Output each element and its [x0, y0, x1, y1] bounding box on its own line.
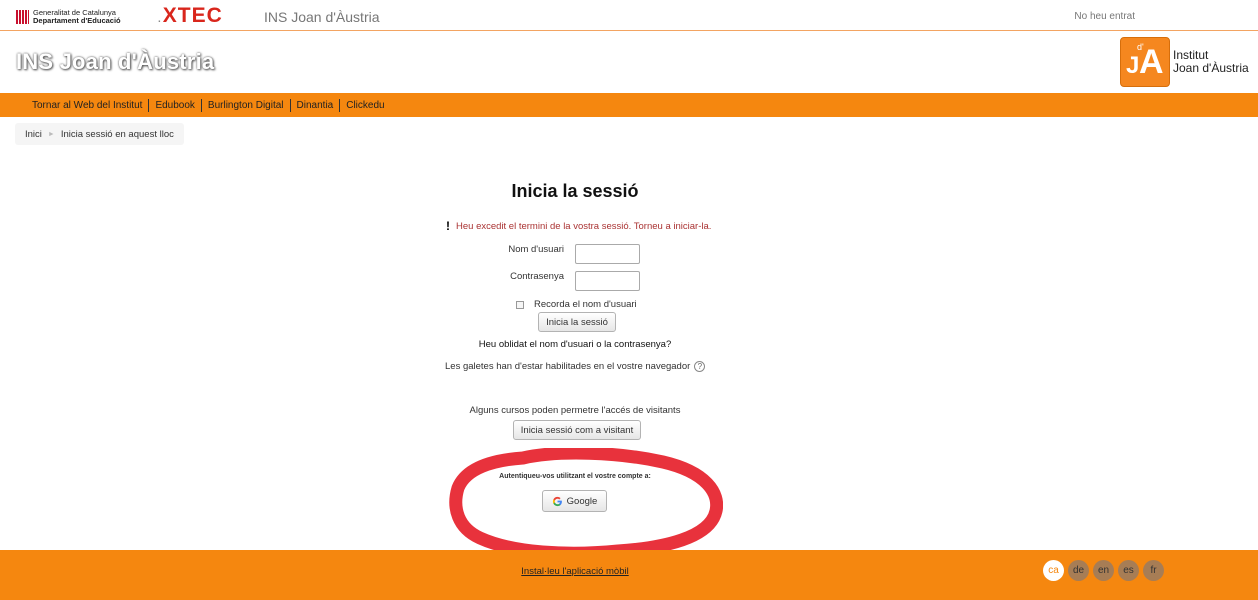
remember-label: Recorda el nom d'usuari [534, 299, 637, 310]
nav-item-clickedu[interactable]: Clickedu [340, 99, 390, 112]
language-option-de[interactable]: de [1068, 560, 1089, 581]
login-title: Inicia la sessió [511, 181, 639, 201]
logo-text: Institut Joan d'Àustria [1173, 48, 1249, 75]
gencat-line2: Departament d'Educació [33, 16, 121, 25]
page-footer: Instal·leu l'aplicació mòbil ca de en es… [0, 550, 1258, 600]
institute-logo[interactable]: J d' A Institut Joan d'Àustria [1120, 37, 1249, 87]
language-option-es[interactable]: es [1118, 560, 1139, 581]
site-title[interactable]: INS Joan d'Àustria [16, 49, 214, 75]
login-info: No heu entrat [1074, 11, 1135, 22]
nav-item-dinantia[interactable]: Dinantia [291, 98, 341, 112]
gencat-logo[interactable]: Generalitat de Catalunya Departament d'E… [16, 9, 121, 25]
breadcrumb-separator-icon: ► [47, 130, 55, 138]
site-name-link[interactable]: INS Joan d'Àustria [264, 9, 380, 25]
identity-provider-text: Autentiqueu-vos utilitzant el vostre com… [499, 473, 651, 480]
guest-access-text: Alguns cursos poden permetre l'accés de … [469, 405, 681, 416]
error-text: Heu excedit el termini de la vostra sess… [456, 221, 712, 232]
nav-item-edubook[interactable]: Edubook [149, 98, 202, 112]
session-timeout-error: ! Heu excedit el termini de la vostra se… [446, 219, 712, 233]
mobile-app-link[interactable]: Instal·leu l'aplicació mòbil [0, 566, 1150, 577]
password-label: Contrasenya [510, 271, 564, 282]
gencat-text: Generalitat de Catalunya Departament d'E… [33, 9, 121, 25]
xtec-label: XTEC [162, 4, 223, 27]
cookies-text: Les galetes han d'estar habilitades en e… [445, 361, 691, 372]
password-input[interactable] [575, 271, 640, 291]
cookies-notice: Les galetes han d'estar habilitades en e… [445, 361, 706, 372]
warning-icon: ! [446, 219, 450, 233]
username-input[interactable] [575, 244, 640, 264]
remember-username[interactable]: Recorda el nom d'usuari [516, 299, 637, 310]
breadcrumb-home[interactable]: Inici [25, 129, 42, 140]
logo-mark: J d' A [1120, 37, 1170, 87]
help-icon[interactable]: ? [694, 361, 706, 372]
username-label: Nom d'usuari [508, 244, 564, 255]
page-header: INS Joan d'Àustria J d' A Institut Joan … [0, 31, 1258, 93]
language-selector: ca de en es fr [1043, 560, 1168, 581]
language-option-en[interactable]: en [1093, 560, 1114, 581]
google-icon [552, 496, 562, 506]
top-bar: Generalitat de Catalunya Departament d'E… [0, 0, 1258, 31]
breadcrumb: Inici ► Inicia sessió en aquest lloc [15, 123, 184, 145]
xtec-logo[interactable]: .XTEC [158, 4, 223, 30]
google-login-button[interactable]: Google [542, 490, 607, 512]
language-option-ca[interactable]: ca [1043, 560, 1064, 581]
google-button-label: Google [566, 495, 598, 507]
nav-item-burlington[interactable]: Burlington Digital [202, 98, 291, 112]
breadcrumb-current[interactable]: Inicia sessió en aquest lloc [61, 129, 174, 140]
guest-login-button[interactable]: Inicia sessió com a visitant [513, 420, 641, 440]
language-option-fr[interactable]: fr [1143, 560, 1164, 581]
custom-menu: Tornar al Web del Institut Edubook Burli… [0, 93, 1258, 117]
remember-checkbox[interactable] [516, 300, 524, 309]
forgot-password-link[interactable]: Heu oblidat el nom d'usuari o la contras… [0, 339, 1150, 350]
senyera-icon [16, 10, 29, 24]
login-button[interactable]: Inicia la sessió [538, 312, 616, 332]
nav-item-web-institut[interactable]: Tornar al Web del Institut [26, 98, 150, 112]
